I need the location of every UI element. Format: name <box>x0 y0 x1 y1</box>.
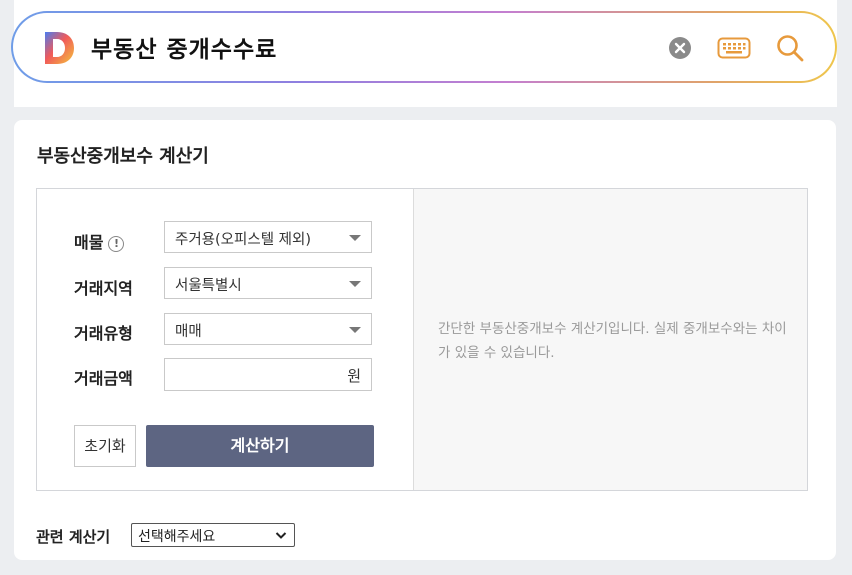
deal-type-select[interactable]: 매매 <box>164 313 372 345</box>
property-type-label: 매물! <box>74 229 125 253</box>
search-input[interactable]: 부동산 중개수수료 <box>91 30 277 64</box>
daum-d-logo-icon[interactable] <box>41 29 77 67</box>
caret-down-icon <box>349 327 361 333</box>
property-type-select[interactable]: 주거용(오피스텔 제외) <box>164 221 372 253</box>
caret-down-icon <box>349 281 361 287</box>
info-icon[interactable]: ! <box>108 236 125 252</box>
reset-button[interactable]: 초기화 <box>74 425 136 467</box>
caret-down-icon <box>349 235 361 241</box>
region-value: 서울특별시 <box>175 278 242 294</box>
related-calculator-label: 관련 계산기 <box>36 528 111 546</box>
amount-label: 거래금액 <box>74 369 133 388</box>
search-bar: 부동산 중개수수료 <box>11 11 837 83</box>
clear-icon[interactable] <box>668 36 692 60</box>
amount-unit: 원 <box>347 367 361 385</box>
calculator-form: 매물! 주거용(오피스텔 제외) 거래지역 서울특별시 거래유형 매매 거래금액… <box>37 189 413 490</box>
property-type-value: 주거용(오피스텔 제외) <box>175 232 311 248</box>
keyboard-icon[interactable] <box>717 37 751 59</box>
related-calculator-select[interactable]: 선택해주세요 <box>131 523 295 547</box>
calculator-notice: 간단한 부동산중개보수 계산기입니다. 실제 중개보수와는 차이가 있을 수 있… <box>438 321 787 361</box>
related-calculator-value: 선택해주세요 <box>138 529 216 545</box>
deal-type-label: 거래유형 <box>74 324 133 343</box>
chevron-down-icon <box>274 527 288 541</box>
calculator-title: 부동산중개보수 계산기 <box>37 146 209 167</box>
calculator-card: 부동산중개보수 계산기 매물! 주거용(오피스텔 제외) 거래지역 서울특별시 … <box>14 120 836 560</box>
calculate-button[interactable]: 계산하기 <box>146 425 374 467</box>
deal-type-value: 매매 <box>175 324 202 340</box>
region-select[interactable]: 서울특별시 <box>164 267 372 299</box>
search-bar-inner: 부동산 중개수수료 <box>13 13 835 81</box>
search-icon[interactable] <box>775 33 805 63</box>
region-label: 거래지역 <box>74 279 133 298</box>
property-type-label-text: 매물 <box>74 233 104 252</box>
calculator-box: 매물! 주거용(오피스텔 제외) 거래지역 서울특별시 거래유형 매매 거래금액… <box>36 188 808 491</box>
result-panel: 간단한 부동산중개보수 계산기입니다. 실제 중개보수와는 차이가 있을 수 있… <box>413 189 807 490</box>
amount-input[interactable]: 원 <box>164 358 372 391</box>
